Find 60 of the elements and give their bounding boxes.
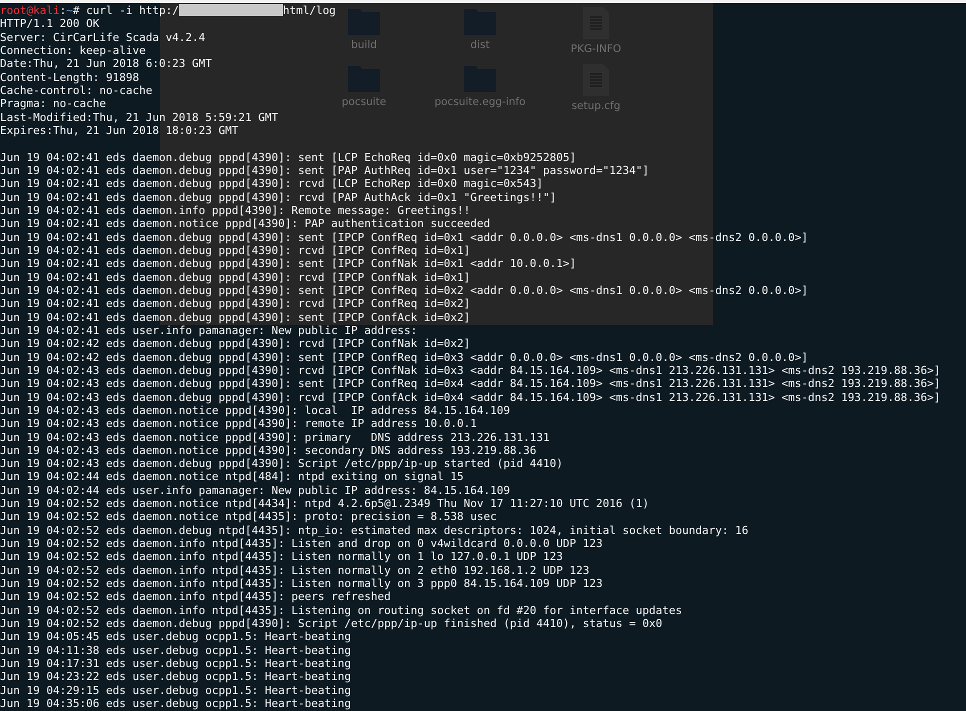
terminal-line: Jun 19 04:02:43 eds daemon.notice pppd[4390]: primary DNS address 213.226.131.131 [0,430,550,444]
terminal-line: Jun 19 04:02:41 eds daemon.debug pppd[4390]: sent [IPCP ConfReq id=0x1 <addr 0.0.0.0> <ms-dns1 0.0.0.0> <ms-dns2 0.0.0.0>] [0,230,808,244]
terminal-line: Jun 19 04:23:22 eds user.debug ocpp1.5: Heart-beating [0,670,351,684]
terminal-line: Jun 19 04:02:52 eds daemon.notice ntpd[4434]: ntpd 4.2.6p5@1.2349 Thu Nov 17 11:27:10 UTC 2016 (1) [0,497,650,510]
terminal-line: Jun 19 04:02:41 eds daemon.info pppd[4390]: Remote message: Greetings!! [0,204,470,217]
terminal-line: Expires:Thu, 21 Jun 2018 18:0:23 GMT [0,124,238,137]
terminal-line: Server: CirCarLife Scada v4.2.4 [0,30,206,44]
terminal-line: Jun 19 04:02:42 eds daemon.debug pppd[4390]: sent [IPCP ConfReq id=0x3 <addr 0.0.0.0> <ms-dns1 0.0.0.0> <ms-dns2 0.0.0.0>] [0,350,808,364]
terminal-line: Jun 19 04:02:41 eds daemon.debug pppd[4390]: sent [PAP AuthReq id=0x1 user="1234" password="1234"] [0,164,650,177]
terminal-line: Last-Modified:Thu, 21 Jun 2018 5:59:21 GMT [0,110,278,124]
terminal-line: Cache-control: no-cache [0,84,152,97]
terminal-line: Jun 19 04:02:43 eds daemon.notice pppd[4390]: remote IP address 10.0.0.1 [0,417,477,430]
file-name[interactable]: build [351,38,377,54]
file-name[interactable]: PKG-INFO [570,42,622,58]
terminal-line: Jun 19 04:02:41 eds daemon.notice pppd[4390]: PAP authentication succeeded [0,217,490,230]
shell-prompt: root@kali:~# [0,4,80,17]
terminal-line: Jun 19 04:02:41 eds daemon.debug pppd[4390]: rcvd [IPCP ConfReq id=0x1] [0,244,470,257]
terminal-line: Jun 19 04:02:41 eds daemon.debug pppd[4390]: rcvd [LCP EchoRep id=0x0 magic=0x543] [0,177,544,190]
terminal-line: Jun 19 04:02:43 eds daemon.debug pppd[4390]: rcvd [IPCP ConfAck id=0x4 <addr 84.15.164.109> <ms-dns1 213.226.131.131> <ms-dns2 193.219.88.36>] [0,390,940,404]
file-name[interactable]: pocsuite.egg-info [434,94,526,110]
terminal-line: Jun 19 04:02:41 eds daemon.debug pppd[4390]: sent [IPCP ConfReq id=0x2 <addr 0.0.0.0> <ms-dns1 0.0.0.0> <ms-dns2 0.0.0.0>] [0,284,808,297]
terminal-line: Jun 19 04:02:44 eds user.info pamanager: New public IP address: 84.15.164.109 [0,484,510,497]
terminal-line: Jun 19 04:02:43 eds daemon.debug pppd[4390]: sent [IPCP ConfReq id=0x4 <addr 84.15.164.109> <ms-dns1 213.226.131.131> <ms-dns2 193.219.88.36>] [0,377,940,390]
terminal-line: Jun 19 04:02:52 eds daemon.debug ntpd[4435]: ntp_io: estimated max descriptors: 1024, initial socket boundary: 16 [0,524,748,537]
file-name[interactable]: pocsuite [342,94,386,110]
terminal-line: Jun 19 04:02:41 eds daemon.debug pppd[4390]: rcvd [IPCP ConfReq id=0x2] [0,297,470,310]
terminal-line: Jun 19 04:02:52 eds daemon.info ntpd[4435]: Listen normally on 2 eth0 192.168.1.2 UDP 123 [0,564,590,577]
terminal-line: HTTP/1.1 200 OK [0,17,100,30]
terminal-line: Jun 19 04:05:45 eds user.debug ocpp1.5: Heart-beating [0,630,351,644]
terminal-line: Jun 19 04:29:15 eds user.debug ocpp1.5: Heart-beating [0,684,351,697]
terminal-line: Jun 19 04:02:41 eds daemon.debug pppd[4390]: sent [IPCP ConfAck id=0x2] [0,310,470,324]
terminal-line: Jun 19 04:02:52 eds daemon.notice ntpd[4435]: proto: precision = 8.538 usec [0,510,497,524]
terminal-line: Jun 19 04:02:52 eds daemon.info ntpd[4435]: Listen normally on 1 lo 127.0.0.1 UDP 123 [0,550,563,564]
terminal-line: Jun 19 04:02:42 eds daemon.debug pppd[4390]: rcvd [IPCP ConfNak id=0x2] [0,337,470,350]
command-text: curl -i http:/ [85,4,179,17]
terminal-line: Jun 19 04:02:52 eds daemon.debug pppd[4390]: Script /etc/ppp/ip-up finished (pid 4410), status = 0x0 [0,617,662,630]
terminal-line: Jun 19 04:35:06 eds user.debug ocpp1.5: Heart-beating [0,697,351,710]
terminal-line: Jun 19 04:02:43 eds daemon.debug pppd[4390]: Script /etc/ppp/ip-up started (pid 4410) [0,457,563,470]
terminal-line: Jun 19 04:02:43 eds daemon.notice pppd[4390]: secondary DNS address 193.219.88.36 [0,444,536,457]
terminal-line: Jun 19 04:02:52 eds daemon.info ntpd[4435]: Listening on routing socket on fd #20 for interface updates [0,604,682,617]
terminal-line: Jun 19 04:02:44 eds daemon.notice ntpd[484]: ntpd exiting on signal 15 [0,470,464,484]
terminal-line: Jun 19 04:02:43 eds daemon.debug pppd[4390]: rcvd [IPCP ConfNak id=0x3 <addr 84.15.164.109> <ms-dns1 213.226.131.131> <ms-dns2 193.219.88.36>] [0,364,940,377]
terminal-line: Jun 19 04:02:43 eds daemon.notice pppd[4390]: local IP address 84.15.164.109 [0,404,510,417]
terminal-line: Jun 19 04:02:52 eds daemon.info ntpd[4435]: Listen normally on 3 ppp0 84.15.164.109 UDP 123 [0,577,603,590]
terminal-line: Content-Length: 91898 [0,70,140,84]
terminal-line: Jun 19 04:02:52 eds daemon.info ntpd[4435]: Listen and drop on 0 v4wildcard 0.0.0.0 UDP 123 [0,537,603,550]
terminal-line: Date:Thu, 21 Jun 2018 6:0:23 GMT [0,57,212,70]
terminal-line: Jun 19 04:11:38 eds user.debug ocpp1.5: Heart-beating [0,644,351,657]
file-name[interactable]: setup.cfg [572,98,620,114]
terminal-line: Connection: keep-alive [0,44,146,57]
terminal-line: Jun 19 04:02:41 eds daemon.debug pppd[4390]: rcvd [PAP AuthAck id=0x1 "Greetings!!"] [0,190,556,204]
terminal-line: Jun 19 04:02:52 eds daemon.info ntpd[4435]: peers refreshed [0,590,391,604]
terminal-line: Pragma: no-cache [0,97,106,110]
terminal-line: Jun 19 04:17:31 eds user.debug ocpp1.5: Heart-beating [0,657,351,670]
command-text: html/log [282,4,336,17]
terminal-line: Jun 19 04:02:41 eds daemon.debug pppd[4390]: sent [LCP EchoReq id=0x0 magic=0xb9252805] [0,150,576,164]
terminal-line: Jun 19 04:02:41 eds daemon.debug pppd[4390]: rcvd [IPCP ConfNak id=0x1] [0,270,470,284]
file-name[interactable]: dist [470,38,490,54]
terminal-line: Jun 19 04:02:41 eds daemon.debug pppd[4390]: sent [IPCP ConfNak id=0x1 <addr 10.0.0.1>] [0,257,576,270]
terminal-line: Jun 19 04:02:41 eds user.info pamanager: New public IP address: [0,324,418,337]
